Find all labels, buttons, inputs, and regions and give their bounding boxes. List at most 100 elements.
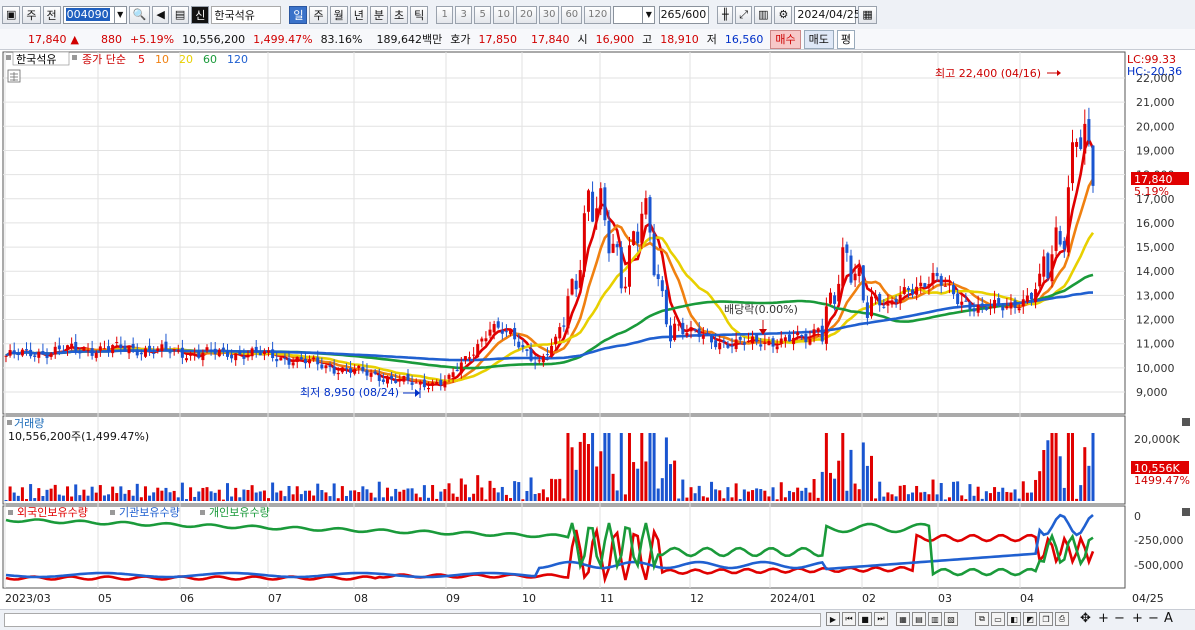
interval-button[interactable]: 60 <box>561 5 583 24</box>
volume-bar <box>1070 433 1074 501</box>
period-button[interactable]: 년 <box>349 5 368 24</box>
chart-area[interactable]: 22,00021,00020,00019,00018,00017,00016,0… <box>0 50 1195 610</box>
candle-body <box>226 351 230 357</box>
candle-body <box>804 333 808 343</box>
split-icon[interactable]: ◧ <box>1007 612 1021 626</box>
flat-button[interactable]: 평 <box>836 29 855 49</box>
chart-window-icon[interactable]: ▣ <box>2 5 21 24</box>
candle-body <box>463 356 467 361</box>
volume-panel-close-icon[interactable] <box>1182 418 1190 426</box>
period-button[interactable]: 분 <box>369 5 388 24</box>
layout-1-icon[interactable]: ▤ <box>912 612 926 626</box>
candle-body <box>33 355 37 357</box>
print-icon[interactable]: ⎙ <box>1055 612 1069 626</box>
period-button[interactable]: 틱 <box>410 5 429 24</box>
sound-icon[interactable]: ◀ <box>152 5 169 24</box>
volume-bar <box>755 488 759 501</box>
stock-code-input[interactable]: 004090 <box>62 5 115 24</box>
window-icon[interactable]: ▭ <box>991 612 1005 626</box>
candle-body <box>1079 137 1083 149</box>
interval-button[interactable]: 1 <box>436 5 454 24</box>
candle-body <box>443 381 447 388</box>
interval-button[interactable]: 120 <box>584 5 612 24</box>
code-dropdown-icon[interactable]: ▼ <box>114 5 127 24</box>
volume-bar <box>246 489 250 501</box>
period-button[interactable]: 일 <box>289 5 308 24</box>
zoom-in-icon[interactable]: + <box>1098 611 1109 626</box>
holding-panel-close-icon[interactable] <box>1182 508 1190 516</box>
prev-button[interactable]: 전 <box>42 5 61 24</box>
volume-bar <box>123 493 127 501</box>
volume-bar <box>1062 487 1066 501</box>
overlay-icon[interactable]: ◩ <box>1023 612 1037 626</box>
market-badge: 신 <box>191 5 210 24</box>
candle-body <box>911 289 915 295</box>
volume-bar <box>287 485 291 501</box>
type-select[interactable]: 주 <box>22 5 41 24</box>
interval-button[interactable]: 20 <box>515 5 537 24</box>
zoom-out-icon[interactable]: − <box>1114 611 1125 626</box>
interval-buttons: 1 3 5 10 20 30 60 120 <box>434 5 612 24</box>
volume-bar <box>537 493 541 501</box>
price-axis-label: 16,000 <box>1136 217 1175 230</box>
save-icon[interactable]: ▥ <box>754 5 773 24</box>
candle-body <box>1042 256 1046 277</box>
x-axis-label: 04 <box>1020 592 1034 605</box>
zoom-fit-icon[interactable]: + <box>1132 611 1143 626</box>
interval-dropdown-icon[interactable]: ▼ <box>643 5 656 24</box>
sell-button[interactable]: 매도 <box>803 29 834 49</box>
list-icon[interactable]: ▤ <box>170 5 190 24</box>
volume-bar <box>8 486 12 501</box>
volume-bar <box>344 495 348 501</box>
draw-icon[interactable]: ⤢ <box>735 5 753 24</box>
horizontal-scroll-track[interactable] <box>4 613 821 627</box>
bar-count-input[interactable]: 265/600 <box>659 5 710 24</box>
volume-bar <box>693 493 697 501</box>
sync-icon[interactable]: ⧉ <box>975 612 989 626</box>
buy-button[interactable]: 매수 <box>770 29 801 49</box>
scroll-last-icon[interactable]: ⏭ <box>874 612 888 626</box>
candle-body <box>865 302 869 318</box>
volume-bar <box>603 433 607 501</box>
candle-body <box>939 275 943 286</box>
font-size-icon[interactable]: A <box>1164 611 1173 626</box>
calendar-icon[interactable]: ▦ <box>858 5 877 24</box>
scroll-first-icon[interactable]: ⏮ <box>842 612 856 626</box>
interval-input[interactable] <box>613 5 644 24</box>
scroll-right-icon[interactable]: ▶ <box>826 612 840 626</box>
stop-icon[interactable]: ■ <box>858 612 872 626</box>
volume-bar <box>451 493 455 501</box>
interval-button[interactable]: 5 <box>474 5 492 24</box>
volume-bar <box>816 497 820 501</box>
candle-body <box>472 354 476 356</box>
interval-button[interactable]: 3 <box>455 5 473 24</box>
candle-body <box>451 372 455 378</box>
candle-body <box>1013 300 1017 308</box>
layout-3-icon[interactable]: ▧ <box>944 612 958 626</box>
period-button[interactable]: 월 <box>329 5 348 24</box>
date-input[interactable]: 2024/04/25 <box>794 5 861 24</box>
candle-body <box>677 324 681 326</box>
volume-bar <box>792 492 796 501</box>
search-icon[interactable]: 🔍 <box>128 5 151 24</box>
period-button[interactable]: 주 <box>309 5 328 24</box>
candle-icon[interactable]: ╫ <box>717 5 734 24</box>
volume-bar <box>734 483 738 501</box>
layout-2-icon[interactable]: ▥ <box>928 612 942 626</box>
copy-icon[interactable]: ❐ <box>1039 612 1053 626</box>
gear-icon[interactable]: ⚙ <box>774 5 793 24</box>
candle-body <box>328 365 332 367</box>
volume-bar <box>496 492 500 501</box>
grid-icon[interactable]: ▦ <box>896 612 910 626</box>
candle-body <box>751 336 755 344</box>
interval-button[interactable]: 10 <box>493 5 514 24</box>
volume-bar <box>1034 479 1038 501</box>
period-button[interactable]: 초 <box>389 5 409 24</box>
candle-body <box>722 340 726 343</box>
volume-bar <box>459 478 463 501</box>
bottom-scrollbar[interactable]: ▶ ⏮ ■ ⏭ ▦ ▤ ▥ ▧ ⧉ ▭ ◧ ◩ ❐ ⎙ ✥ + − + − A <box>0 609 1195 630</box>
zoom-reset-icon[interactable]: − <box>1148 611 1159 626</box>
interval-button[interactable]: 30 <box>538 5 560 24</box>
move-icon[interactable]: ✥ <box>1080 611 1091 626</box>
candle-body <box>4 355 8 357</box>
